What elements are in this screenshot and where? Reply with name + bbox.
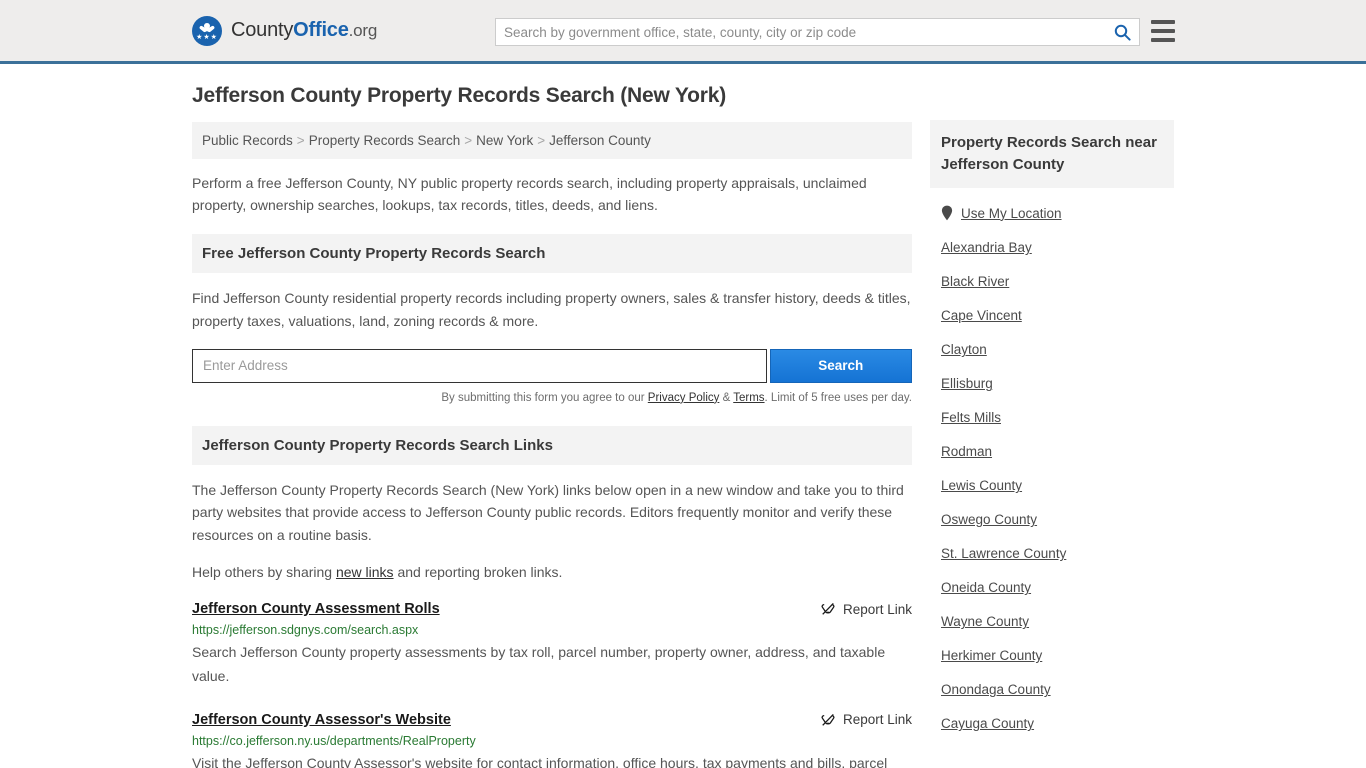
sidebar-heading: Property Records Search near Jefferson C… bbox=[930, 120, 1174, 189]
logo-text-office: Office bbox=[293, 19, 349, 41]
sidebar-item-oswego-county[interactable]: Oswego County bbox=[941, 502, 1163, 536]
use-my-location-link[interactable]: Use My Location bbox=[961, 206, 1062, 221]
sidebar-item-label[interactable]: St. Lawrence County bbox=[941, 546, 1066, 561]
search-icon[interactable] bbox=[1105, 19, 1139, 45]
sidebar-item-label[interactable]: Cape Vincent bbox=[941, 308, 1022, 323]
broken-link-icon bbox=[821, 713, 835, 726]
sidebar-item-label[interactable]: Onondaga County bbox=[941, 682, 1051, 697]
site-logo[interactable]: ★★★ CountyOffice.org bbox=[192, 15, 377, 46]
map-pin-icon bbox=[941, 205, 953, 221]
new-links-link[interactable]: new links bbox=[336, 564, 394, 580]
resource-link-title[interactable]: Jefferson County Assessment Rolls bbox=[192, 601, 440, 617]
free-search-description: Find Jefferson County residential proper… bbox=[192, 290, 911, 330]
global-search-box[interactable] bbox=[495, 18, 1140, 46]
links-section-heading: Jefferson County Property Records Search… bbox=[192, 425, 912, 465]
sidebar-item-label[interactable]: Alexandria Bay bbox=[941, 240, 1032, 255]
sidebar-item-label[interactable]: Black River bbox=[941, 274, 1009, 289]
site-header: ★★★ CountyOffice.org bbox=[0, 0, 1366, 64]
page-intro-text: Perform a free Jefferson County, NY publ… bbox=[192, 175, 867, 213]
breadcrumb-item-1[interactable]: Property Records Search bbox=[309, 133, 461, 148]
sidebar-item-felts-mills[interactable]: Felts Mills bbox=[941, 400, 1163, 434]
sidebar-item-label[interactable]: Rodman bbox=[941, 444, 992, 459]
terms-link[interactable]: Terms bbox=[733, 392, 764, 404]
sidebar-item-st-lawrence-county[interactable]: St. Lawrence County bbox=[941, 536, 1163, 570]
eagle-seal-icon: ★★★ bbox=[192, 15, 222, 46]
sidebar-item-lewis-county[interactable]: Lewis County bbox=[941, 468, 1163, 502]
sidebar-item-label[interactable]: Oneida County bbox=[941, 580, 1031, 595]
breadcrumb-separator: > bbox=[537, 133, 546, 148]
eagle-glyph bbox=[199, 22, 215, 32]
sidebar-item-label[interactable]: Clayton bbox=[941, 342, 987, 357]
share-suffix: and reporting broken links. bbox=[393, 563, 563, 580]
breadcrumb-item-2[interactable]: New York bbox=[476, 133, 533, 148]
logo-text-county: County bbox=[231, 19, 294, 41]
list-item: Jefferson County Assessment Rolls Report… bbox=[192, 601, 912, 688]
sidebar: Property Records Search near Jefferson C… bbox=[930, 84, 1174, 768]
content-row: Jefferson County Property Records Search… bbox=[192, 64, 1174, 768]
sidebar-item-cayuga-county[interactable]: Cayuga County bbox=[941, 706, 1163, 740]
report-link-label: Report Link bbox=[842, 601, 912, 617]
links-section-paragraph: The Jefferson County Property Records Se… bbox=[192, 481, 904, 544]
sidebar-item-label[interactable]: Lewis County bbox=[941, 478, 1022, 493]
link-item-header: Jefferson County Assessor's Website Repo… bbox=[192, 712, 912, 728]
breadcrumb-item-3[interactable]: Jefferson County bbox=[549, 133, 651, 148]
breadcrumb-separator: > bbox=[296, 133, 305, 148]
share-prefix: Help others by sharing bbox=[192, 563, 336, 580]
link-item-header: Jefferson County Assessment Rolls Report… bbox=[192, 601, 912, 617]
resource-link-description: Visit the Jefferson County Assessor's we… bbox=[192, 754, 888, 768]
breadcrumb-separator: > bbox=[464, 133, 473, 148]
disclaimer-prefix: By submitting this form you agree to our bbox=[441, 391, 648, 404]
sidebar-item-cape-vincent[interactable]: Cape Vincent bbox=[941, 298, 1163, 332]
main-column: Jefferson County Property Records Search… bbox=[192, 84, 912, 768]
free-search-heading: Free Jefferson County Property Records S… bbox=[192, 234, 912, 274]
address-input[interactable] bbox=[192, 348, 767, 383]
address-search-form: Search bbox=[192, 348, 912, 383]
share-links-text: Help others by sharing new links and rep… bbox=[192, 561, 912, 584]
global-search-input[interactable] bbox=[496, 19, 1105, 45]
sidebar-item-label[interactable]: Cayuga County bbox=[941, 716, 1034, 731]
report-link-button[interactable]: Report Link bbox=[820, 712, 912, 728]
sidebar-item-black-river[interactable]: Black River bbox=[941, 264, 1163, 298]
sidebar-item-label[interactable]: Wayne County bbox=[941, 614, 1029, 629]
disclaimer-amp: & bbox=[719, 391, 734, 404]
hamburger-bar-3 bbox=[1151, 38, 1175, 42]
logo-wordmark: CountyOffice.org bbox=[231, 19, 377, 42]
broken-link-icon bbox=[821, 603, 835, 616]
sidebar-list: Use My Location Alexandria Bay Black Riv… bbox=[930, 188, 1174, 740]
sidebar-item-label[interactable]: Herkimer County bbox=[941, 648, 1042, 663]
hamburger-bar-1 bbox=[1151, 20, 1175, 24]
sidebar-item-clayton[interactable]: Clayton bbox=[941, 332, 1163, 366]
disclaimer-suffix: . Limit of 5 free uses per day. bbox=[764, 391, 912, 404]
report-link-button[interactable]: Report Link bbox=[820, 601, 912, 617]
page-title: Jefferson County Property Records Search… bbox=[192, 84, 727, 107]
hamburger-menu-icon[interactable] bbox=[1151, 20, 1175, 42]
sidebar-item-label[interactable]: Ellisburg bbox=[941, 376, 993, 391]
sidebar-item-onondaga-county[interactable]: Onondaga County bbox=[941, 672, 1163, 706]
resource-link-url: https://jefferson.sdgnys.com/search.aspx bbox=[192, 623, 419, 638]
search-glyph bbox=[1114, 24, 1131, 41]
hamburger-bar-2 bbox=[1151, 29, 1175, 33]
sidebar-item-alexandria-bay[interactable]: Alexandria Bay bbox=[941, 230, 1163, 264]
resource-link-title[interactable]: Jefferson County Assessor's Website bbox=[192, 712, 451, 728]
address-search-button[interactable]: Search bbox=[769, 348, 912, 383]
report-link-label: Report Link bbox=[842, 712, 912, 728]
privacy-policy-link[interactable]: Privacy Policy bbox=[648, 392, 720, 404]
form-disclaimer: By submitting this form you agree to our… bbox=[192, 392, 912, 404]
list-item: Jefferson County Assessor's Website Repo… bbox=[192, 712, 912, 768]
three-stars-glyph: ★★★ bbox=[196, 33, 218, 41]
breadcrumb-item-0[interactable]: Public Records bbox=[202, 133, 293, 148]
sidebar-item-rodman[interactable]: Rodman bbox=[941, 434, 1163, 468]
sidebar-item-oneida-county[interactable]: Oneida County bbox=[941, 570, 1163, 604]
sidebar-item-label[interactable]: Felts Mills bbox=[941, 410, 1001, 425]
sidebar-item-label[interactable]: Oswego County bbox=[941, 512, 1037, 527]
resource-link-description: Search Jefferson County property assessm… bbox=[192, 644, 886, 685]
page-body: Jefferson County Property Records Search… bbox=[0, 64, 1366, 768]
resource-link-url: https://co.jefferson.ny.us/departments/R… bbox=[192, 733, 476, 748]
sidebar-item-herkimer-county[interactable]: Herkimer County bbox=[941, 638, 1163, 672]
sidebar-item-ellisburg[interactable]: Ellisburg bbox=[941, 366, 1163, 400]
breadcrumb: Public Records > Property Records Search > N… bbox=[192, 122, 912, 159]
sidebar-item-use-my-location[interactable]: Use My Location bbox=[941, 188, 1163, 230]
sidebar-item-wayne-county[interactable]: Wayne County bbox=[941, 604, 1163, 638]
logo-text-tld: .org bbox=[348, 21, 378, 40]
